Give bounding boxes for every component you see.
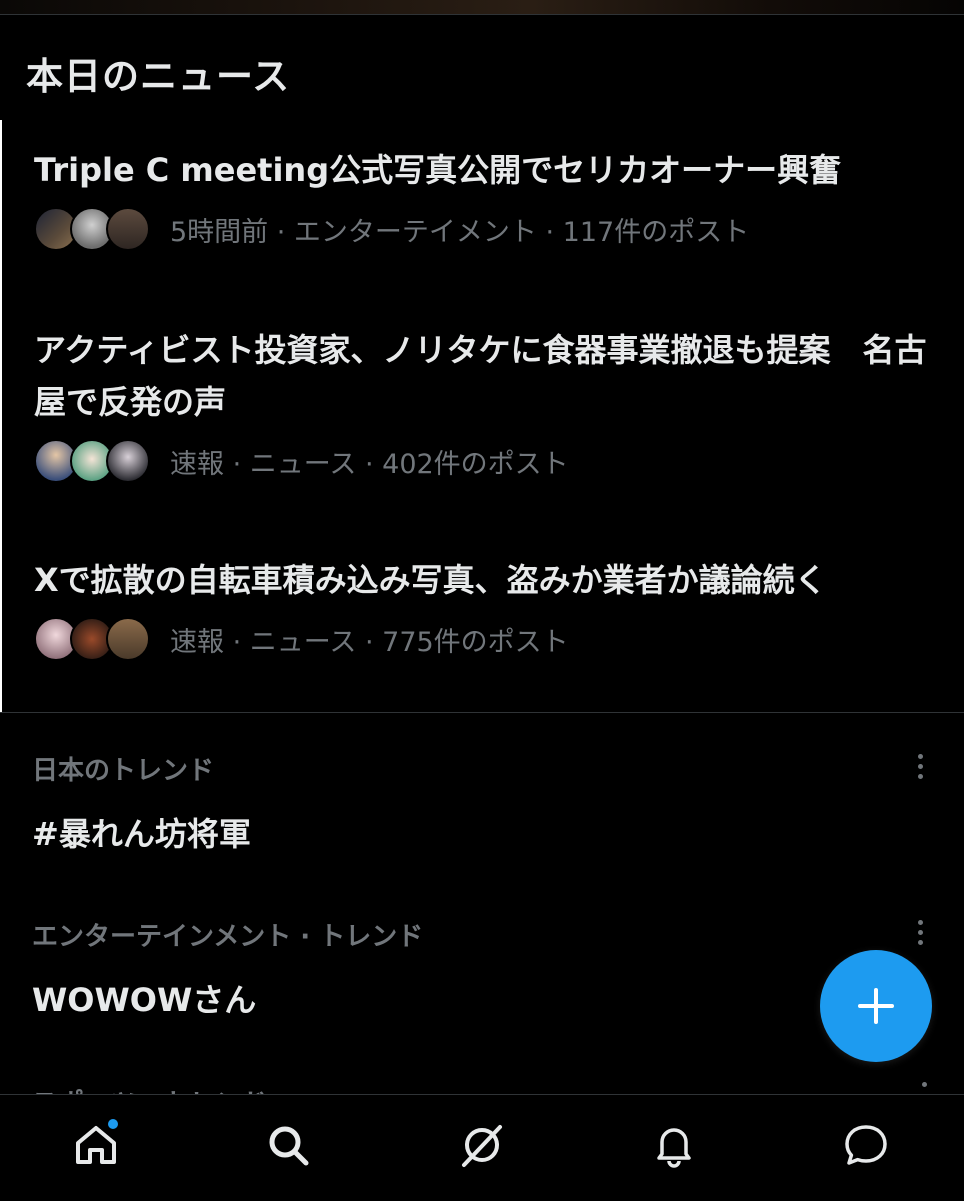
section-divider [0,712,964,713]
chat-bubble-icon [845,1125,887,1165]
more-options-icon[interactable] [908,748,932,784]
news-meta: 速報 · ニュース · 402件のポスト [34,438,944,484]
bottom-nav [0,1094,964,1201]
news-title[interactable]: アクティビスト投資家、ノリタケに食器事業撤退も提案 名古屋で反発の声 [34,324,944,428]
avatar [106,439,150,483]
nav-notifications[interactable] [646,1117,702,1173]
search-icon [269,1126,309,1166]
more-options-icon[interactable] [908,914,932,950]
nav-home[interactable] [68,1117,124,1173]
bell-icon [657,1128,691,1168]
news-meta-text: 速報 · ニュース · 402件のポスト [170,448,569,480]
avatar-stack [34,617,150,661]
nav-search[interactable] [260,1117,316,1173]
news-item[interactable]: アクティビスト投資家、ノリタケに食器事業撤退も提案 名古屋で反発の声 速報 · … [34,324,944,484]
avatar [106,207,150,251]
news-meta-text: 速報 · ニュース · 775件のポスト [170,626,569,658]
news-title[interactable]: Xで拡散の自転車積み込み写真、盗みか業者か議論続く [34,554,944,606]
grok-icon [462,1125,502,1167]
top-media-strip [0,0,964,15]
avatar-stack [34,439,150,483]
trend-category-partial: スポーツ · トレンド [32,1078,267,1094]
trend-name[interactable]: #暴れん坊将軍 [32,809,944,855]
more-options-icon[interactable] [912,1082,936,1094]
news-meta: 速報 · ニュース · 775件のポスト [34,616,944,662]
compose-button[interactable] [820,950,932,1062]
section-title: 本日のニュース [26,55,291,98]
avatar [106,617,150,661]
news-item[interactable]: Triple C meeting公式写真公開でセリカオーナー興奮 5時間前 · … [34,144,944,252]
nav-grok[interactable] [454,1117,510,1173]
notification-dot [108,1119,118,1129]
news-list: Triple C meeting公式写真公開でセリカオーナー興奮 5時間前 · … [0,120,964,712]
trend-category: 日本のトレンド [32,756,215,786]
plus-icon [858,988,894,1024]
news-item[interactable]: Xで拡散の自転車積み込み写真、盗みか業者か議論続く 速報 · ニュース · 77… [34,554,944,662]
trend-item[interactable]: 日本のトレンド #暴れん坊将軍 [32,750,944,855]
news-meta-text: 5時間前 · エンターテイメント · 117件のポスト [170,216,750,248]
nav-messages[interactable] [838,1117,894,1173]
trend-name[interactable]: WOWOWさん [32,975,944,1021]
trend-item[interactable]: エンターテインメント · トレンド WOWOWさん [32,916,944,1021]
news-title[interactable]: Triple C meeting公式写真公開でセリカオーナー興奮 [34,144,944,196]
news-meta: 5時間前 · エンターテイメント · 117件のポスト [34,206,944,252]
trend-category: エンターテインメント · トレンド [32,922,424,952]
avatar-stack [34,207,150,251]
